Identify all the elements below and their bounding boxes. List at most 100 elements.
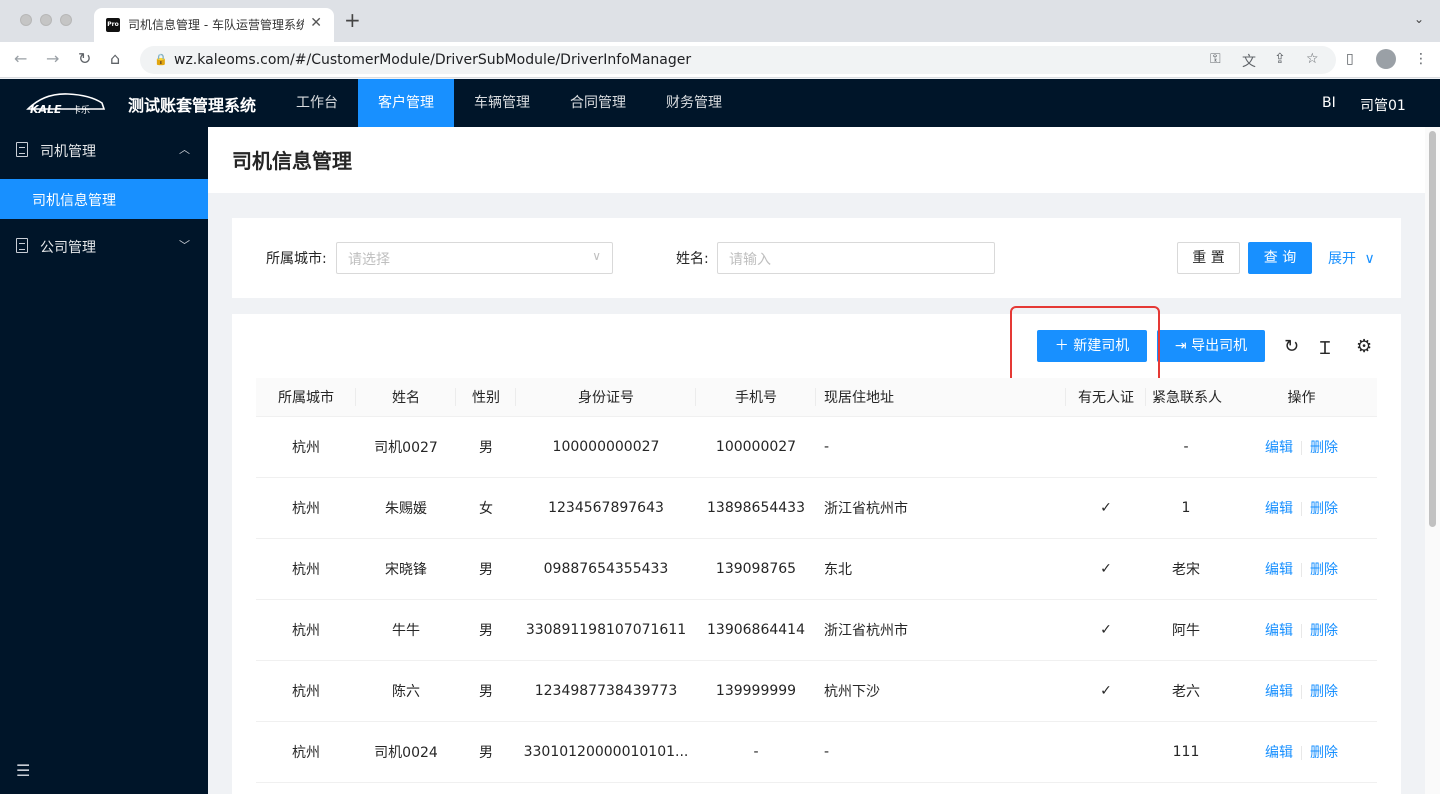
cell-emergency-contact: 阿牛 (1146, 599, 1226, 661)
sidebar-group-company-management[interactable]: 公司管理 ﹀ (0, 223, 208, 271)
column-height-icon[interactable]: Ɪ (1320, 336, 1330, 360)
window-close-button[interactable] (20, 14, 32, 26)
home-icon[interactable]: ⌂ (110, 50, 120, 68)
edit-link[interactable]: 编辑 (1265, 440, 1293, 456)
back-arrow-icon[interactable]: ← (14, 50, 27, 68)
tab-title: 司机信息管理 - 车队运营管理系统 (128, 18, 304, 32)
cell-id-number: 33010120000010101... (516, 721, 696, 783)
cell-city: 杭州 (256, 416, 356, 478)
settings-gear-icon[interactable]: ⚙ (1356, 336, 1372, 357)
bi-link[interactable]: BI (1322, 95, 1336, 111)
chevron-up-icon: ︿ (179, 143, 190, 156)
driver-table: 所属城市 姓名 性别 身份证号 手机号 现居住地址 有无人证 紧急联系人 操作 … (256, 378, 1377, 783)
export-icon: ⇥ (1174, 338, 1187, 354)
document-icon (16, 238, 28, 253)
key-icon[interactable]: ⚿ (1210, 51, 1221, 67)
browser-tab[interactable]: Pro 司机信息管理 - 车队运营管理系统 ✕ (94, 8, 334, 42)
cell-id-number: 09887654355433 (516, 538, 696, 600)
new-tab-icon[interactable]: + (344, 10, 361, 30)
edit-link[interactable]: 编辑 (1265, 745, 1293, 761)
nav-workbench[interactable]: 工作台 (282, 79, 352, 127)
reload-icon[interactable]: ↻ (1284, 336, 1299, 357)
edit-link[interactable]: 编辑 (1265, 623, 1293, 639)
expand-link[interactable]: 展开 ∨ (1328, 248, 1375, 268)
window-minimize-button[interactable] (40, 14, 52, 26)
city-select-placeholder: 请选择 (348, 252, 390, 268)
edit-link[interactable]: 编辑 (1265, 562, 1293, 578)
action-divider (1301, 684, 1302, 699)
profile-avatar-icon[interactable] (1376, 49, 1396, 69)
cell-gender: 男 (456, 538, 516, 600)
table-row: 杭州 宋晓锋男 09887654355433 139098765 东北 ✓ 老宋 编辑 删除 (256, 538, 1377, 600)
sidebar-item-driver-info[interactable]: 司机信息管理 (0, 179, 208, 219)
scrollbar-thumb[interactable] (1429, 131, 1436, 527)
browser-tab-strip: Pro 司机信息管理 - 车队运营管理系统 ✕ + ⌄ (0, 0, 1440, 42)
chevron-down-icon: ﹀ (179, 239, 190, 252)
cell-address: 浙江省杭州市 (816, 599, 1066, 661)
city-label: 所属城市: (266, 251, 327, 267)
user-name[interactable]: 司管01 (1360, 95, 1406, 115)
address-bar[interactable]: 🔒 wz.kaleoms.com/#/CustomerModule/Driver… (140, 46, 1336, 74)
cell-gender: 男 (456, 721, 516, 783)
edit-link[interactable]: 编辑 (1265, 501, 1293, 517)
export-driver-button[interactable]: ⇥ 导出司机 (1157, 330, 1265, 362)
cell-has-certificate: ✓ (1066, 660, 1146, 722)
name-input[interactable]: 请输入 (717, 242, 995, 274)
action-divider (1301, 623, 1302, 638)
translate-icon[interactable]: 文 (1242, 51, 1256, 71)
page-scrollbar[interactable] (1425, 127, 1440, 794)
svg-text:KALE: KALE (30, 103, 62, 116)
delete-link[interactable]: 删除 (1310, 623, 1338, 639)
cell-gender: 男 (456, 660, 516, 722)
cell-phone: 13906864414 (696, 599, 816, 661)
svg-text:卡乐: 卡乐 (72, 104, 90, 116)
expand-label: 展开 (1328, 251, 1356, 267)
forward-arrow-icon[interactable]: → (46, 50, 59, 68)
cell-name: 司机0024 (356, 721, 456, 783)
cell-id-number: 330891198107071611 (516, 599, 696, 661)
query-button[interactable]: 查 询 (1248, 242, 1312, 274)
city-select[interactable]: 请选择 ∨ (336, 242, 613, 274)
tab-close-icon[interactable]: ✕ (310, 15, 322, 31)
table-row: 杭州 司机0027 男 100000000027 100000027- - 编辑 删除 (256, 416, 1377, 478)
cell-phone: - (696, 721, 816, 783)
browser-menu-icon[interactable]: ⋮ (1414, 51, 1428, 67)
tab-search-chevron-icon[interactable]: ⌄ (1414, 12, 1424, 26)
cell-name: 陈六 (356, 660, 456, 722)
edit-link[interactable]: 编辑 (1265, 684, 1293, 700)
nav-vehicle-management[interactable]: 车辆管理 (462, 79, 542, 127)
cell-actions: 编辑 删除 (1226, 721, 1377, 783)
sidebar-group-driver-management[interactable]: 司机管理 ︿ (0, 127, 208, 175)
table-row: 杭州 司机0024 男 33010120000010101... - -111 编辑 删除 (256, 721, 1377, 783)
delete-link[interactable]: 删除 (1310, 501, 1338, 517)
side-panel-icon[interactable]: ▯ (1346, 51, 1354, 67)
delete-link[interactable]: 删除 (1310, 562, 1338, 578)
kale-logo: KALE 卡乐 (26, 93, 106, 116)
cell-has-certificate: ✓ (1066, 477, 1146, 539)
cell-emergency-contact: 111 (1146, 721, 1226, 783)
col-header-city: 所属城市 (256, 378, 356, 417)
cell-gender: 男 (456, 416, 516, 478)
col-header-address: 现居住地址 (816, 378, 1066, 417)
nav-finance-management[interactable]: 财务管理 (654, 79, 734, 127)
collapse-menu-icon[interactable]: ☰ (16, 761, 30, 780)
col-header-name: 姓名 (356, 378, 456, 417)
delete-link[interactable]: 删除 (1310, 440, 1338, 456)
cell-name: 司机0027 (356, 416, 456, 478)
delete-link[interactable]: 删除 (1310, 745, 1338, 761)
reset-button[interactable]: 重 置 (1177, 242, 1240, 274)
share-icon[interactable]: ⇪ (1274, 51, 1286, 67)
window-zoom-button[interactable] (60, 14, 72, 26)
cell-id-number: 1234987738439773 (516, 660, 696, 722)
col-header-id-number: 身份证号 (516, 378, 696, 417)
col-header-gender: 性别 (456, 378, 516, 417)
nav-contract-management[interactable]: 合同管理 (558, 79, 638, 127)
chevron-down-icon: ∨ (1364, 251, 1375, 267)
app-header: KALE 卡乐 测试账套管理系统 工作台 客户管理 车辆管理 合同管理 财务管理… (0, 79, 1440, 127)
delete-link[interactable]: 删除 (1310, 684, 1338, 700)
bookmark-star-icon[interactable]: ☆ (1306, 51, 1319, 67)
reload-icon[interactable]: ↻ (78, 50, 91, 68)
table-row: 杭州 朱赐媛女 1234567897643 13898654433 浙江省杭州市 ✓ 1 编辑… (256, 477, 1377, 539)
nav-customer-management[interactable]: 客户管理 (358, 79, 454, 127)
cell-actions: 编辑 删除 (1226, 416, 1377, 478)
